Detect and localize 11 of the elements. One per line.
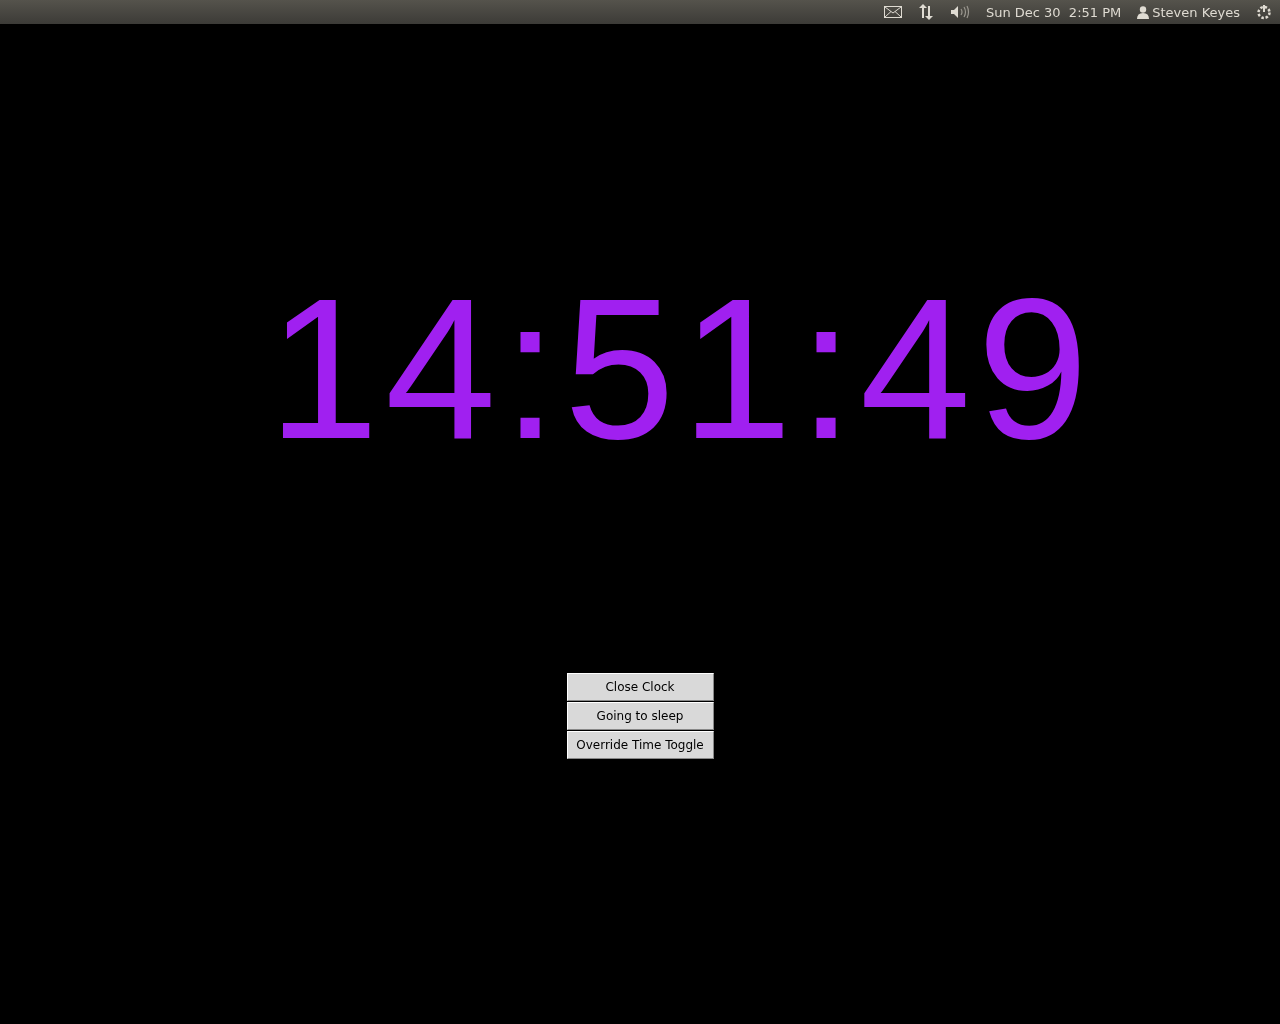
network-arrows-icon[interactable]: [917, 4, 934, 20]
mail-icon[interactable]: [883, 6, 902, 18]
person-icon[interactable]: [1137, 5, 1150, 19]
action-button[interactable]: Override Time Toggle: [566, 731, 714, 759]
clock-time: 14:51:49: [266, 256, 1096, 482]
action-button[interactable]: Going to sleep: [566, 702, 714, 730]
date-time[interactable]: Sun Dec 30 2:51 PM: [985, 4, 1122, 20]
user-name[interactable]: Steven Keyes: [1152, 4, 1240, 20]
action-button[interactable]: Close Clock: [566, 673, 714, 701]
volume-icon[interactable]: [949, 5, 970, 19]
power-gear-icon[interactable]: [1256, 4, 1272, 20]
